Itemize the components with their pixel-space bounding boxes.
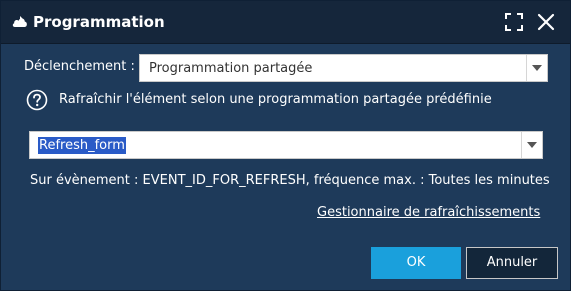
chevron-down-icon[interactable] <box>521 132 542 158</box>
maximize-icon[interactable] <box>505 13 523 31</box>
chevron-down-icon[interactable] <box>526 55 547 81</box>
programmation-dialog: Programmation Déclenchement : Programmat… <box>0 0 571 291</box>
cloud-icon <box>11 13 29 31</box>
trigger-select-value: Programmation partagée <box>149 61 313 76</box>
schedule-select[interactable]: Refresh_form <box>29 131 543 159</box>
close-icon[interactable] <box>537 13 555 31</box>
ok-button[interactable]: OK <box>371 247 461 279</box>
title-bar: Programmation <box>1 1 570 44</box>
help-icon <box>26 89 48 111</box>
trigger-select[interactable]: Programmation partagée <box>139 54 548 82</box>
help-text: Rafraîchir l'élément selon une programma… <box>59 92 492 107</box>
window-title: Programmation <box>33 13 165 31</box>
refresh-manager-link[interactable]: Gestionnaire de rafraîchissements <box>317 205 540 221</box>
trigger-label: Déclenchement : <box>24 59 135 74</box>
cancel-button[interactable]: Annuler <box>466 247 558 279</box>
event-info: Sur évènement : EVENT_ID_FOR_REFRESH, fr… <box>30 173 550 188</box>
schedule-select-value[interactable]: Refresh_form <box>38 137 126 154</box>
